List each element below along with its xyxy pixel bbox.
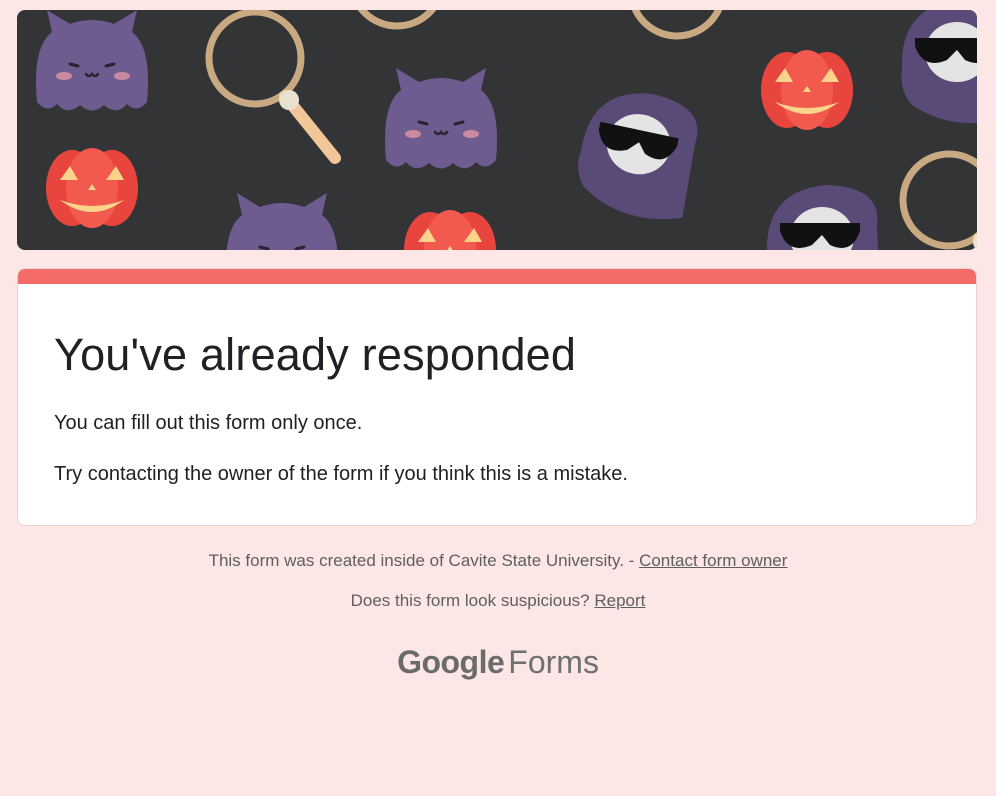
message-once: You can fill out this form only once. <box>54 412 363 434</box>
ghost-icon <box>34 10 150 112</box>
reaper-icon <box>766 185 880 250</box>
footer-created-text: This form was created inside of Cavite S… <box>208 551 640 570</box>
reaper-icon <box>901 10 977 123</box>
footer-suspicious-line: Does this form look suspicious? Report <box>0 591 996 611</box>
forms-logo-text: Forms <box>508 644 599 680</box>
header-banner <box>17 10 977 250</box>
contact-form-owner-link[interactable]: Contact form owner <box>639 551 787 570</box>
footer-created-line: This form was created inside of Cavite S… <box>0 551 996 571</box>
reaper-icon <box>569 81 707 226</box>
pumpkin-icon <box>404 210 496 250</box>
already-responded-card: You've already responded You can fill ou… <box>17 268 977 526</box>
magnifier-icon <box>903 154 977 250</box>
google-logo-text: Google <box>397 644 505 680</box>
card-accent-bar <box>18 269 976 284</box>
google-forms-logo[interactable]: Google Forms <box>0 644 996 681</box>
magnifier-icon <box>209 12 335 158</box>
page-title: You've already responded <box>54 329 577 380</box>
report-link[interactable]: Report <box>594 591 645 610</box>
pumpkin-icon <box>46 148 138 228</box>
ghost-icon <box>224 191 340 250</box>
message-contact-owner: Try contacting the owner of the form if … <box>54 463 628 485</box>
magnifier-icon <box>317 10 443 26</box>
ghost-icon <box>383 66 499 170</box>
footer-suspicious-text: Does this form look suspicious? <box>350 591 595 610</box>
pumpkin-icon <box>761 50 853 130</box>
